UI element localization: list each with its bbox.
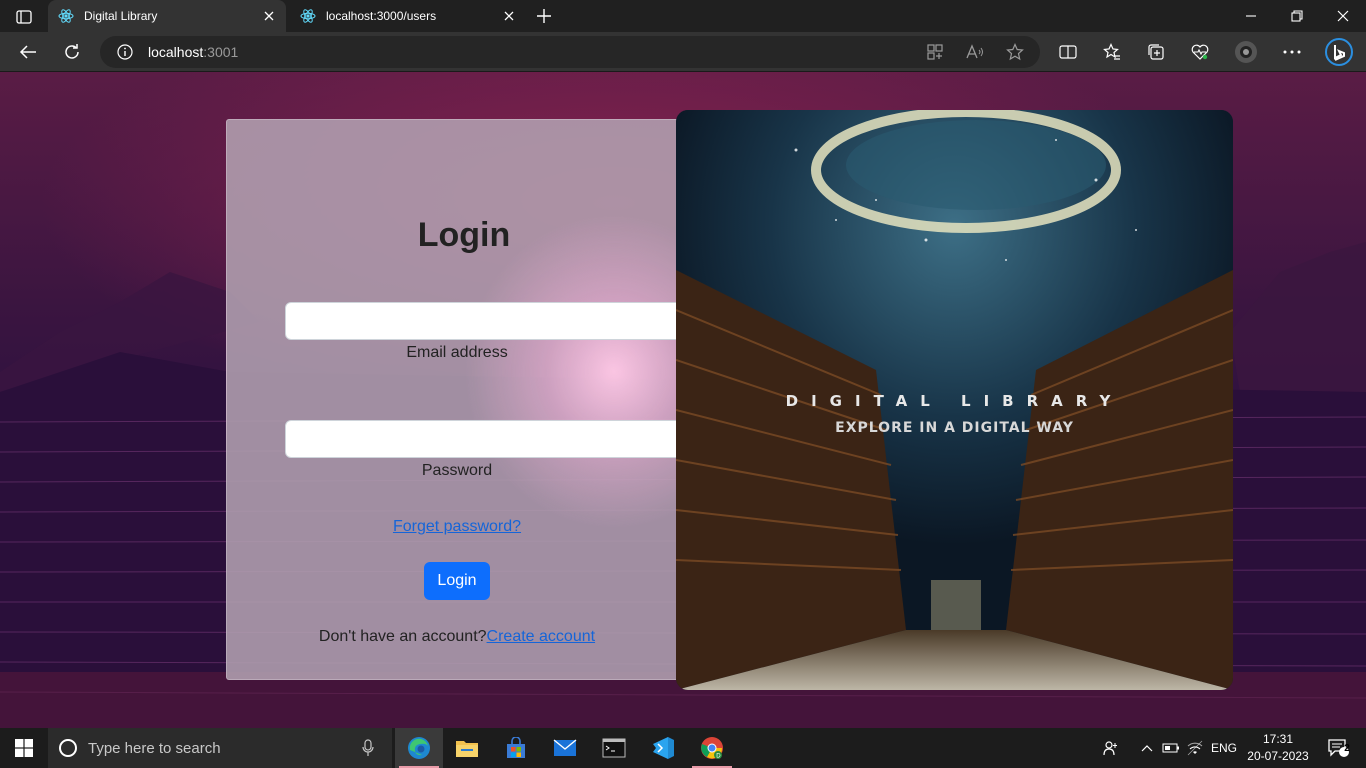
tab-title: localhost:3000/users	[326, 9, 437, 23]
site-info-icon[interactable]	[116, 43, 134, 61]
refresh-icon[interactable]	[57, 38, 87, 66]
hero-subtitle: EXPLORE IN A DIGITAL WAY	[835, 420, 1074, 436]
windows-start-icon[interactable]	[0, 728, 48, 768]
chrome-icon[interactable]: D	[688, 728, 736, 768]
back-arrow-icon[interactable]	[13, 38, 43, 66]
login-heading: Login	[417, 216, 511, 254]
browser-essentials-icon[interactable]	[1185, 38, 1215, 66]
more-options-icon[interactable]	[1277, 38, 1307, 66]
email-input[interactable]	[285, 302, 685, 340]
login-button[interactable]: Login	[424, 562, 490, 600]
email-label: Email address	[406, 344, 508, 361]
address-bar[interactable]: localhost:3001	[100, 36, 1040, 68]
wifi-icon[interactable]	[1184, 728, 1206, 768]
tab-title: Digital Library	[84, 9, 158, 23]
react-icon	[58, 8, 74, 24]
app-available-icon[interactable]	[924, 42, 946, 62]
tab-digital-library[interactable]: Digital Library	[48, 0, 286, 32]
search-placeholder: Type here to search	[88, 739, 221, 757]
new-tab-icon[interactable]	[532, 5, 556, 27]
close-tab-icon[interactable]	[258, 5, 280, 27]
react-icon	[300, 8, 316, 24]
browser-toolbar: localhost:3001	[0, 32, 1366, 72]
terminal-icon[interactable]	[590, 728, 638, 768]
edge-browser-icon[interactable]	[395, 728, 443, 768]
cortana-icon	[58, 738, 78, 758]
browser-tab-bar: Digital Library localhost:3000/users	[0, 0, 1366, 32]
clock-time: 17:31	[1262, 732, 1294, 746]
microsoft-store-icon[interactable]	[492, 728, 540, 768]
vscode-icon[interactable]	[639, 728, 687, 768]
tab-actions-icon[interactable]	[10, 6, 38, 28]
language-indicator[interactable]: ENG	[1208, 728, 1240, 768]
favorite-star-icon[interactable]	[1004, 42, 1026, 62]
minimize-icon[interactable]	[1228, 0, 1274, 32]
login-card: Login Email address Password Forget pass…	[226, 119, 724, 680]
password-label: Password	[421, 462, 493, 479]
svg-text:D: D	[716, 754, 721, 760]
mail-icon[interactable]	[541, 728, 589, 768]
library-hero-image: DIGITAL LIBRARY EXPLORE IN A DIGITAL WAY	[676, 110, 1233, 690]
url-port: :3001	[203, 44, 239, 60]
taskbar-search[interactable]: Type here to search	[48, 728, 392, 768]
collections-icon[interactable]	[1141, 38, 1171, 66]
battery-icon[interactable]	[1160, 728, 1182, 768]
tab-users[interactable]: localhost:3000/users	[290, 0, 526, 32]
favorites-icon[interactable]	[1097, 38, 1127, 66]
notification-count: 2	[1344, 743, 1350, 754]
page-viewport: Login Email address Password Forget pass…	[0, 72, 1366, 728]
notification-center-icon[interactable]: 2	[1320, 728, 1356, 768]
chevron-up-icon[interactable]	[1138, 728, 1156, 768]
password-input[interactable]	[285, 420, 685, 458]
profile-avatar[interactable]	[1231, 38, 1261, 66]
clock-date: 20-07-2023	[1247, 749, 1309, 763]
system-clock[interactable]: 17:31 20-07-2023	[1242, 731, 1314, 765]
people-icon[interactable]	[1100, 728, 1122, 768]
forget-password-link[interactable]: Forget password?	[227, 518, 687, 536]
hero-title: DIGITAL LIBRARY	[785, 392, 1124, 410]
signup-prompt-text: Don't have an account?	[318, 628, 487, 645]
address-url: localhost:3001	[148, 44, 238, 60]
file-explorer-icon[interactable]	[443, 728, 491, 768]
signup-prompt: Don't have an account?Create account	[227, 628, 687, 646]
split-screen-icon[interactable]	[1053, 38, 1083, 66]
url-host: localhost	[148, 44, 204, 60]
restore-icon[interactable]	[1274, 0, 1320, 32]
close-tab-icon[interactable]	[498, 5, 520, 27]
close-window-icon[interactable]	[1320, 0, 1366, 32]
windows-taskbar: Type here to search D ENG 17:31 20-07-20…	[0, 728, 1366, 768]
microphone-icon[interactable]	[358, 738, 378, 758]
read-aloud-icon[interactable]	[964, 42, 986, 62]
create-account-link[interactable]: Create account	[487, 628, 596, 645]
bing-chat-icon[interactable]	[1322, 38, 1356, 66]
